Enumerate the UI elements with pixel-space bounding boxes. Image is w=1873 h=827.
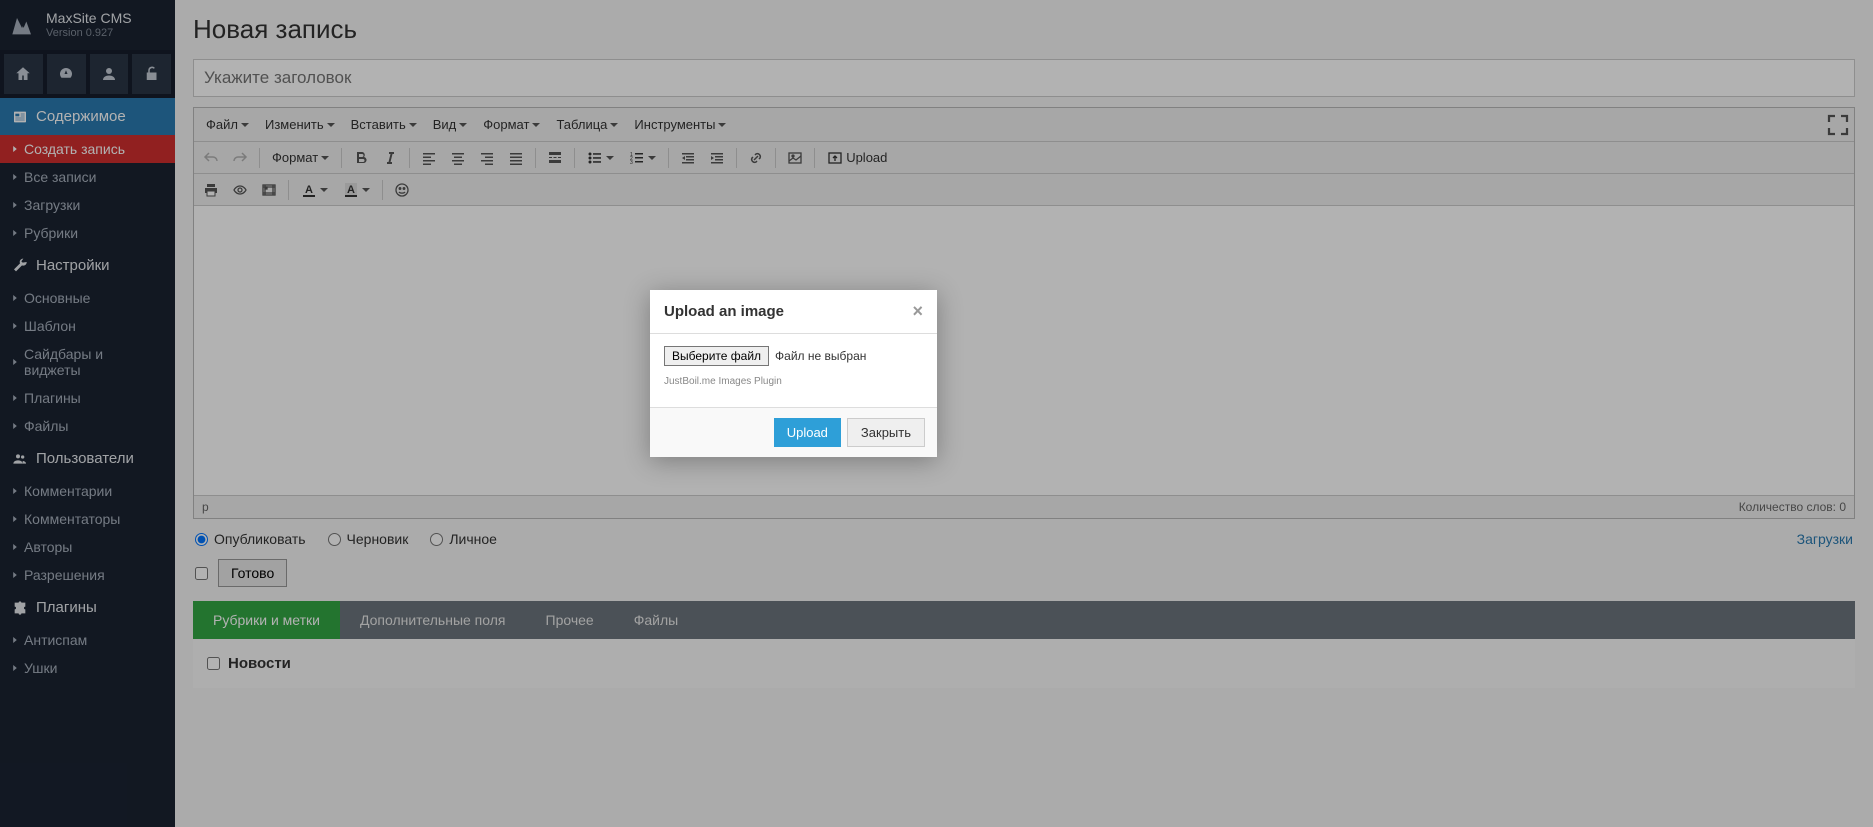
modal-title: Upload an image [664,303,784,320]
choose-file-button[interactable]: Выберите файл [664,346,769,366]
modal-body: Выберите файл Файл не выбран JustBoil.me… [650,334,937,407]
upload-modal: Upload an image × Выберите файл Файл не … [650,290,937,457]
upload-confirm-button[interactable]: Upload [774,418,841,447]
modal-footer: Upload Закрыть [650,407,937,457]
file-status: Файл не выбран [775,349,866,363]
modal-header: Upload an image × [650,290,937,334]
plugin-info: JustBoil.me Images Plugin [664,376,923,387]
close-button[interactable]: Закрыть [847,418,925,447]
close-icon[interactable]: × [912,301,923,322]
